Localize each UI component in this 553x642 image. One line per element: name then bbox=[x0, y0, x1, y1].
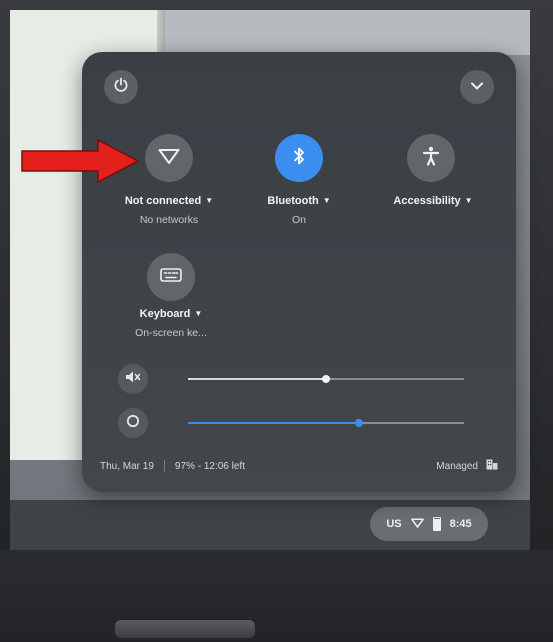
power-icon bbox=[113, 77, 129, 98]
keyboard-status: On-screen ke... bbox=[135, 327, 207, 339]
network-toggle[interactable] bbox=[145, 134, 193, 182]
volume-slider-fill bbox=[188, 378, 326, 380]
battery-label[interactable]: 97% - 12:06 left bbox=[175, 461, 245, 472]
status-area-button[interactable]: US 8:45 bbox=[370, 507, 488, 541]
quick-settings-footer: Thu, Mar 19 97% - 12:06 left Managed bbox=[100, 457, 498, 475]
volume-muted-icon bbox=[125, 370, 141, 389]
quick-settings-panel: Not connected ▼ No networks Bluetooth ▼ On… bbox=[82, 52, 516, 492]
building-icon bbox=[486, 459, 498, 473]
keyboard-label[interactable]: Keyboard ▼ bbox=[140, 308, 203, 320]
shelf-clock: 8:45 bbox=[449, 518, 472, 530]
annotation-arrow-icon bbox=[21, 138, 140, 184]
bluetooth-label[interactable]: Bluetooth ▼ bbox=[267, 195, 330, 207]
brightness-slider-thumb[interactable] bbox=[355, 419, 364, 427]
managed-label[interactable]: Managed bbox=[436, 461, 478, 472]
collapse-button[interactable] bbox=[460, 70, 494, 104]
bluetooth-status: On bbox=[291, 214, 307, 226]
mute-toggle[interactable] bbox=[118, 364, 148, 394]
brightness-slider[interactable] bbox=[188, 419, 464, 427]
keyboard-icon bbox=[160, 267, 182, 287]
battery-status-icon bbox=[432, 517, 441, 531]
bluetooth-toggle[interactable] bbox=[275, 134, 323, 182]
chevron-down-icon bbox=[470, 78, 484, 96]
brightness-slider-fill bbox=[188, 422, 360, 424]
background-window-top bbox=[165, 10, 530, 55]
date-label[interactable]: Thu, Mar 19 bbox=[100, 461, 154, 472]
network-label[interactable]: Not connected ▼ bbox=[125, 195, 213, 207]
bluetooth-icon bbox=[292, 146, 306, 171]
brightness-icon bbox=[126, 414, 140, 433]
laptop-hinge bbox=[115, 620, 255, 638]
wifi-icon bbox=[158, 147, 180, 170]
accessibility-label[interactable]: Accessibility ▼ bbox=[393, 195, 472, 207]
wifi-status-icon bbox=[410, 517, 424, 531]
laptop-chin bbox=[0, 550, 553, 642]
keyboard-toggle[interactable] bbox=[147, 253, 195, 301]
network-status: No networks bbox=[139, 214, 199, 226]
power-button[interactable] bbox=[104, 70, 138, 104]
volume-slider[interactable] bbox=[188, 375, 464, 383]
accessibility-icon bbox=[422, 146, 440, 171]
volume-slider-thumb[interactable] bbox=[322, 375, 330, 383]
accessibility-toggle[interactable] bbox=[407, 134, 455, 182]
brightness-button bbox=[118, 408, 148, 438]
footer-divider bbox=[163, 460, 165, 472]
input-method-label: US bbox=[386, 518, 402, 530]
